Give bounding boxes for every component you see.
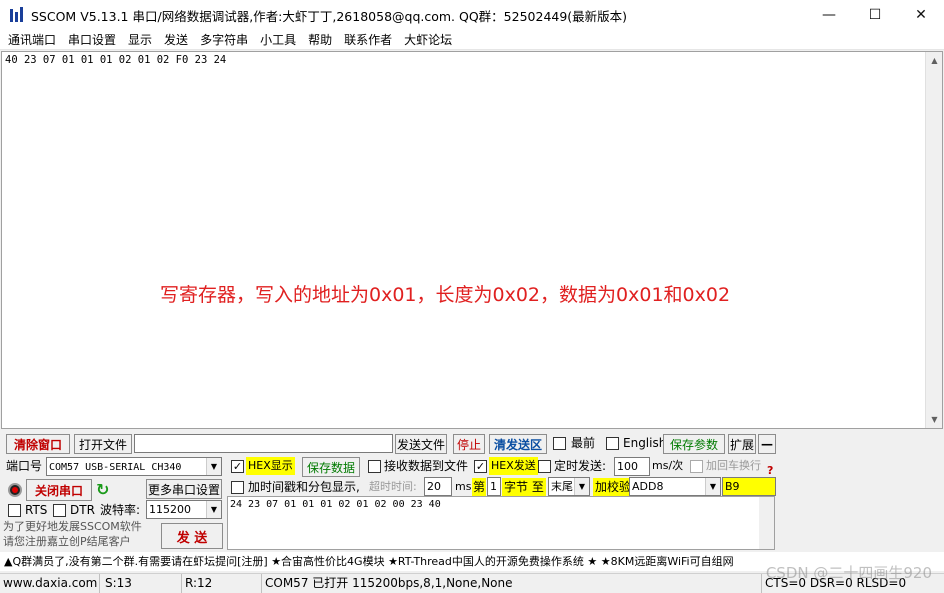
status-received-count: R:12 (182, 574, 262, 593)
promo-line-2[interactable]: 请您注册嘉立创P结尾客户 (3, 535, 131, 549)
recv-to-file-label: 接收数据到文件 (384, 459, 469, 473)
promo-line-1[interactable]: 为了更好地发展SSCOM软件 (3, 520, 142, 534)
stop-button[interactable]: 停止 (453, 434, 485, 454)
byte-prefix-label: 第 (472, 478, 487, 496)
timed-send-label: 定时发送: (554, 459, 607, 473)
hex-display-label: HEX显示 (246, 457, 295, 475)
receive-scrollbar[interactable]: ▲ ▼ (925, 52, 942, 428)
file-path-input[interactable] (134, 434, 393, 453)
more-settings-button[interactable]: 更多串口设置 (146, 479, 222, 499)
chevron-down-icon: ▼ (206, 501, 221, 518)
send-area[interactable]: 24 23 07 01 01 01 02 01 02 00 23 40 (227, 496, 775, 550)
timestamp-label: 加时间戳和分包显示, (248, 480, 360, 494)
timed-interval-input[interactable]: 100 (614, 457, 650, 476)
port-status-icon (8, 483, 22, 497)
baud-select-value: 115200 (149, 503, 191, 516)
close-icon[interactable]: ✕ (898, 0, 944, 30)
byte-end-value: 末尾 (551, 480, 573, 493)
rts-label: RTS (25, 503, 48, 517)
sscom-window: SSCOM V5.13.1 串口/网络数据调试器,作者:大虾丁丁,2618058… (0, 0, 944, 593)
port-select[interactable]: COM57 USB-SERIAL CH340 ▼ (46, 457, 222, 476)
checksum-label: 加校验 (593, 478, 634, 496)
recv-to-file-checkbox[interactable] (368, 460, 381, 473)
window-title: SSCOM V5.13.1 串口/网络数据调试器,作者:大虾丁丁,2618058… (31, 8, 628, 24)
menu-comm-port[interactable]: 通讯端口 (0, 30, 62, 50)
watermark: CSDN @二十四画生920 (765, 564, 932, 582)
hex-send-label: HEX发送 (489, 457, 538, 475)
baud-select[interactable]: 115200 ▼ (146, 500, 222, 519)
scroll-up-icon[interactable]: ▲ (926, 52, 943, 69)
checksum-result: B9 (722, 477, 776, 496)
clear-send-button[interactable]: 清发送区 (489, 434, 547, 454)
status-website[interactable]: www.daxia.com (0, 574, 100, 593)
expand-button[interactable]: 扩展 (728, 434, 756, 454)
dtr-checkbox[interactable] (53, 504, 66, 517)
refresh-icon[interactable]: ↻ (96, 480, 109, 499)
add-newline-label: 加回车换行 (706, 459, 761, 472)
send-scrollbar[interactable] (759, 497, 774, 549)
topmost-checkbox[interactable] (553, 437, 566, 450)
checksum-value: ADD8 (632, 480, 664, 493)
hex-send-checkbox[interactable] (474, 460, 487, 473)
hex-display-checkbox[interactable] (231, 460, 244, 473)
byte-to-label: 字节 至 (502, 478, 546, 496)
minimize-icon[interactable]: — (806, 0, 852, 30)
port-select-value: COM57 USB-SERIAL CH340 (49, 462, 182, 473)
menu-help[interactable]: 帮助 (302, 30, 338, 50)
menu-send[interactable]: 发送 (158, 30, 194, 50)
topmost-label: 最前 (571, 436, 596, 450)
menu-contact-author[interactable]: 联系作者 (338, 30, 398, 50)
english-checkbox[interactable] (606, 437, 619, 450)
english-label: English (623, 436, 667, 450)
close-port-button[interactable]: 关闭串口 (26, 479, 92, 501)
send-button[interactable]: 发 送 (161, 523, 223, 549)
add-newline-checkbox[interactable] (690, 460, 703, 473)
byte-end-select[interactable]: 末尾 ▼ (548, 477, 590, 496)
timestamp-checkbox[interactable] (231, 481, 244, 494)
menu-serial-settings[interactable]: 串口设置 (62, 30, 122, 50)
baud-label: 波特率: (100, 503, 141, 517)
save-data-button[interactable]: 保存数据 (302, 457, 360, 477)
dtr-label: DTR (70, 503, 95, 517)
timed-unit-label: ms/次 (652, 459, 684, 472)
menu-bar: 通讯端口 串口设置 显示 发送 多字符串 小工具 帮助 联系作者 大虾论坛 (0, 30, 944, 50)
port-label: 端口号 (6, 459, 43, 473)
timeout-input[interactable]: 20 (424, 477, 452, 496)
send-file-button[interactable]: 发送文件 (395, 434, 447, 454)
app-icon (9, 7, 25, 23)
collapse-button[interactable]: — (758, 434, 776, 454)
maximize-icon[interactable]: ☐ (852, 0, 898, 30)
menu-display[interactable]: 显示 (122, 30, 158, 50)
byte-index-input[interactable]: 1 (487, 477, 501, 496)
title-bar: SSCOM V5.13.1 串口/网络数据调试器,作者:大虾丁丁,2618058… (0, 0, 944, 30)
menu-tools[interactable]: 小工具 (254, 30, 302, 50)
chevron-down-icon: ▼ (574, 478, 589, 495)
open-file-button[interactable]: 打开文件 (74, 434, 132, 454)
timeout-unit-label: ms (455, 480, 472, 493)
scroll-down-icon[interactable]: ▼ (926, 411, 943, 428)
receive-area[interactable]: 40 23 07 01 01 01 02 01 02 F0 23 24 写寄存器… (1, 51, 943, 429)
status-sent-count: S:13 (102, 574, 182, 593)
clear-window-button[interactable]: 清除窗口 (6, 434, 70, 454)
checksum-select[interactable]: ADD8 ▼ (629, 477, 721, 496)
chevron-down-icon: ▼ (705, 478, 720, 495)
rts-checkbox[interactable] (8, 504, 21, 517)
timed-send-checkbox[interactable] (538, 460, 551, 473)
chevron-down-icon: ▼ (206, 458, 221, 475)
send-content: 24 23 07 01 01 01 02 01 02 00 23 40 (230, 499, 441, 510)
window-controls: — ☐ ✕ (806, 0, 944, 30)
annotation-text: 写寄存器，写入的地址为0x01，长度为0x02，数据为0x01和0x02 (160, 284, 731, 306)
status-port-info: COM57 已打开 115200bps,8,1,None,None (262, 574, 762, 593)
save-params-button[interactable]: 保存参数 (663, 434, 725, 454)
timeout-label: 超时时间: (369, 480, 417, 493)
menu-multi-string[interactable]: 多字符串 (194, 30, 254, 50)
receive-content: 40 23 07 01 01 01 02 01 02 F0 23 24 (5, 54, 227, 66)
menu-forum[interactable]: 大虾论坛 (398, 30, 458, 50)
